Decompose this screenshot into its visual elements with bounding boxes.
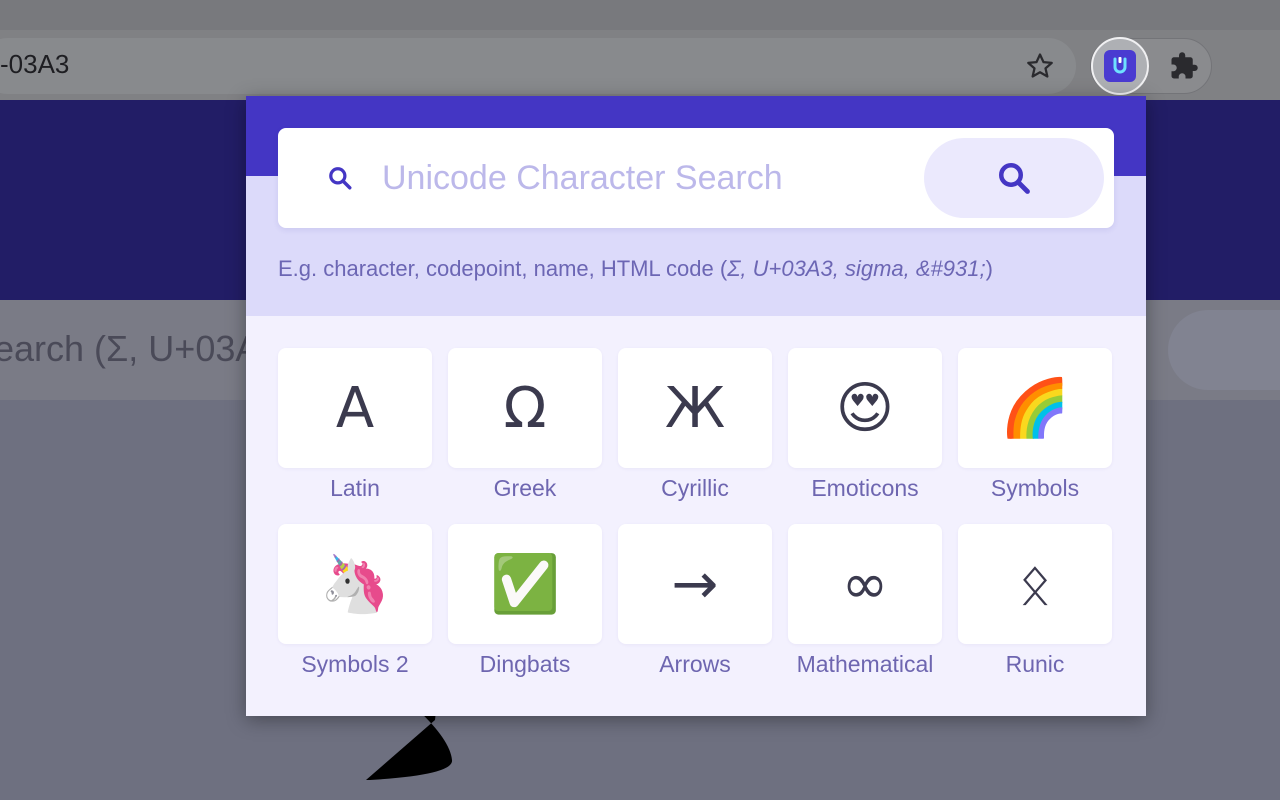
- category-glyph: ∞: [788, 524, 942, 644]
- search-box: [278, 128, 1114, 228]
- address-bar[interactable]: [0, 38, 1076, 94]
- category-glyph: →: [618, 524, 772, 644]
- category-glyph: A: [278, 348, 432, 468]
- page-search-button[interactable]: [1168, 310, 1280, 390]
- search-icon: [999, 163, 1030, 194]
- category-glyph: ᛟ: [958, 524, 1112, 644]
- category-emoticons[interactable]: 😍 Emoticons: [788, 348, 942, 524]
- category-label: Emoticons: [811, 475, 919, 501]
- unicode-extension-icon: [1104, 50, 1136, 82]
- star-icon: [1027, 53, 1053, 78]
- category-dingbats[interactable]: ✅ Dingbats: [448, 524, 602, 700]
- category-greek[interactable]: Ω Greek: [448, 348, 602, 524]
- category-label: Latin: [330, 475, 380, 501]
- unicode-extension-button[interactable]: [1091, 37, 1149, 95]
- category-runic[interactable]: ᛟ Runic: [958, 524, 1112, 700]
- category-mathematical[interactable]: ∞ Mathematical: [788, 524, 942, 700]
- address-bar-text[interactable]: -03A3: [0, 49, 69, 80]
- category-glyph: ✅: [448, 524, 602, 644]
- category-label: Runic: [1005, 651, 1065, 677]
- search-hint: E.g. character, codepoint, name, HTML co…: [278, 256, 993, 282]
- category-grid: A Latin Ω Greek Ж Cyrillic 😍 Emoticons 🌈…: [278, 348, 1114, 700]
- unicode-search-popup: E.g. character, codepoint, name, HTML co…: [246, 96, 1146, 716]
- category-label: Symbols 2: [301, 651, 409, 677]
- category-label: Dingbats: [479, 651, 571, 677]
- category-symbols-2[interactable]: 🦄 Symbols 2: [278, 524, 432, 700]
- hint-prefix: E.g. character, codepoint, name, HTML co…: [278, 256, 728, 281]
- category-glyph: 🦄: [278, 524, 432, 644]
- hint-examples: Σ, U+03A3, sigma, &#931;: [727, 256, 986, 281]
- category-label: Arrows: [659, 651, 731, 677]
- puzzle-icon: [1171, 52, 1198, 79]
- category-glyph: Ω: [448, 348, 602, 468]
- category-glyph: 😍: [788, 348, 942, 468]
- search-button[interactable]: [924, 138, 1104, 218]
- category-symbols[interactable]: 🌈 Symbols: [958, 348, 1112, 524]
- category-arrows[interactable]: → Arrows: [618, 524, 772, 700]
- category-cyrillic[interactable]: Ж Cyrillic: [618, 348, 772, 524]
- hint-suffix: ): [985, 256, 993, 281]
- browser-tabstrip: [0, 0, 1280, 30]
- search-input[interactable]: [382, 154, 902, 202]
- bookmark-star-button[interactable]: [1020, 46, 1060, 86]
- extensions-menu-button[interactable]: [1162, 44, 1206, 88]
- category-label: Symbols: [990, 475, 1080, 501]
- category-label: Cyrillic: [661, 475, 729, 501]
- category-label: Mathematical: [796, 651, 934, 677]
- category-label: Greek: [493, 475, 557, 501]
- category-glyph: Ж: [618, 348, 772, 468]
- page-search-input[interactable]: earch (Σ, U+03A: [0, 328, 259, 370]
- category-latin[interactable]: A Latin: [278, 348, 432, 524]
- category-glyph: 🌈: [958, 348, 1112, 468]
- search-icon: [326, 164, 354, 192]
